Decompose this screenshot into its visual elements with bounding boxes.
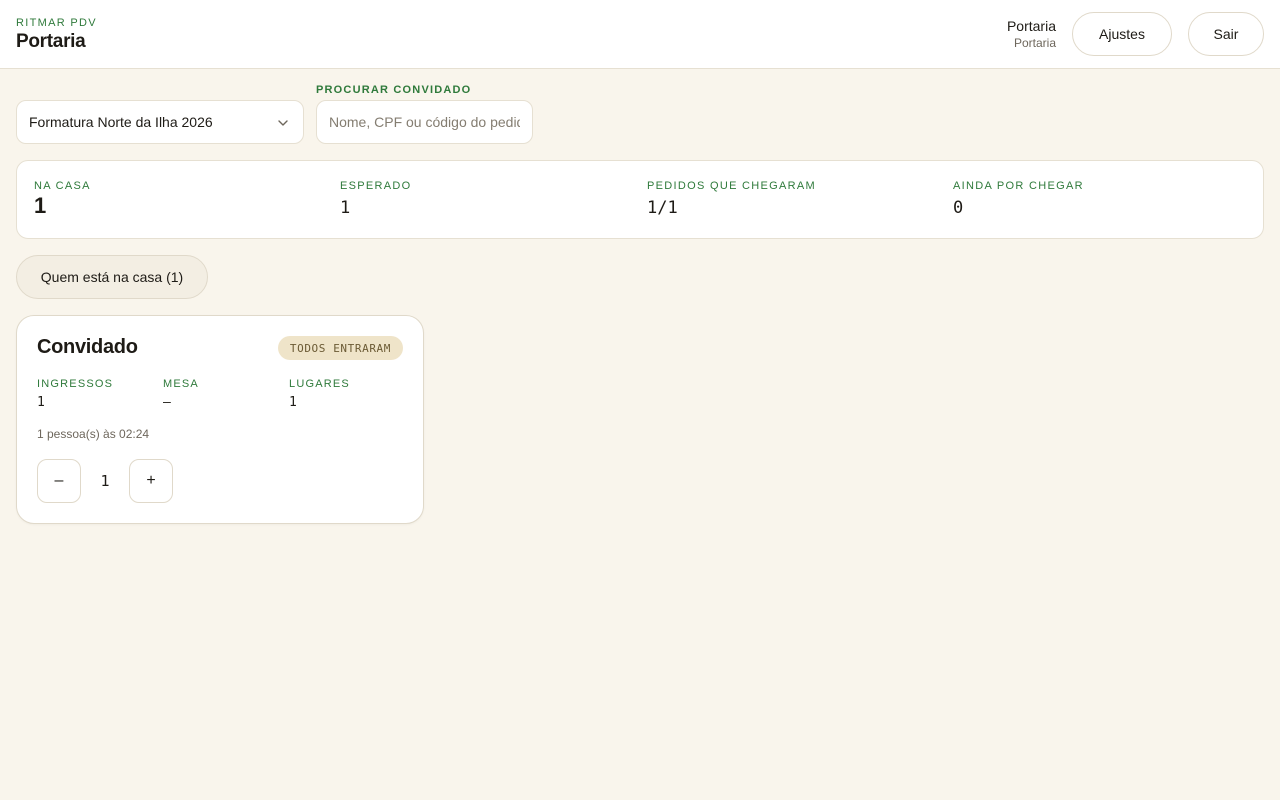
stats-panel: NA CASA 1 ESPERADO 1 PEDIDOS QUE CHEGARA… — [16, 160, 1264, 239]
stat-expected: ESPERADO 1 — [340, 179, 620, 219]
stat-label: ESPERADO — [340, 180, 412, 192]
field-label: MESA — [163, 378, 199, 390]
brand-block: RITMAR PDV Portaria — [16, 17, 97, 53]
page-title: Portaria — [16, 31, 86, 52]
stat-value: 1/1 — [647, 198, 678, 218]
field-value: 1 — [37, 395, 45, 410]
user-info: Portaria Portaria — [1007, 17, 1056, 51]
user-name: Portaria — [1006, 18, 1056, 34]
stat-still-to-arrive: AINDA POR CHEGAR 0 — [953, 179, 1233, 219]
arrival-note: 1 pessoa(s) às 02:24 — [37, 427, 150, 441]
stat-value: 0 — [953, 198, 964, 218]
field-value: 1 — [289, 395, 297, 410]
field-label: INGRESSOS — [37, 378, 114, 390]
settings-button[interactable]: Ajustes — [1072, 12, 1172, 56]
guest-name: Convidado — [37, 336, 138, 358]
stat-label: AINDA POR CHEGAR — [953, 180, 1084, 192]
decrement-button[interactable]: – — [37, 459, 81, 503]
search-label: PROCURAR CONVIDADO — [316, 84, 472, 96]
field-value: – — [163, 395, 171, 410]
logout-button[interactable]: Sair — [1188, 12, 1264, 56]
user-role: Portaria — [1013, 36, 1056, 50]
top-bar: RITMAR PDV Portaria Portaria Portaria Aj… — [0, 0, 1280, 69]
stat-in-house: NA CASA 1 — [34, 179, 314, 217]
stat-value: 1 — [34, 193, 47, 218]
checkin-count: 1 — [100, 472, 110, 490]
status-badge: TODOS ENTRARAM — [277, 336, 403, 360]
field-seats: LUGARES 1 — [289, 377, 399, 412]
field-table: MESA – — [163, 377, 273, 412]
stat-label: NA CASA — [34, 180, 91, 192]
increment-button[interactable]: + — [129, 459, 173, 503]
search-input[interactable] — [316, 100, 533, 144]
tab-in-house[interactable]: Quem está na casa (1) — [16, 255, 208, 299]
event-select-value: Formatura Norte da Ilha 2026 — [29, 114, 213, 130]
stat-label: PEDIDOS QUE CHEGARAM — [647, 180, 817, 192]
field-label: LUGARES — [289, 378, 350, 390]
brand-name: RITMAR PDV — [16, 17, 97, 29]
stat-orders-arrived: PEDIDOS QUE CHEGARAM 1/1 — [647, 179, 927, 219]
event-select[interactable]: Formatura Norte da Ilha 2026 — [16, 100, 304, 144]
field-tickets: INGRESSOS 1 — [37, 377, 147, 412]
guest-card: Convidado TODOS ENTRARAM INGRESSOS 1 MES… — [16, 315, 424, 524]
stat-value: 1 — [340, 198, 351, 218]
chevron-down-icon — [278, 120, 288, 126]
